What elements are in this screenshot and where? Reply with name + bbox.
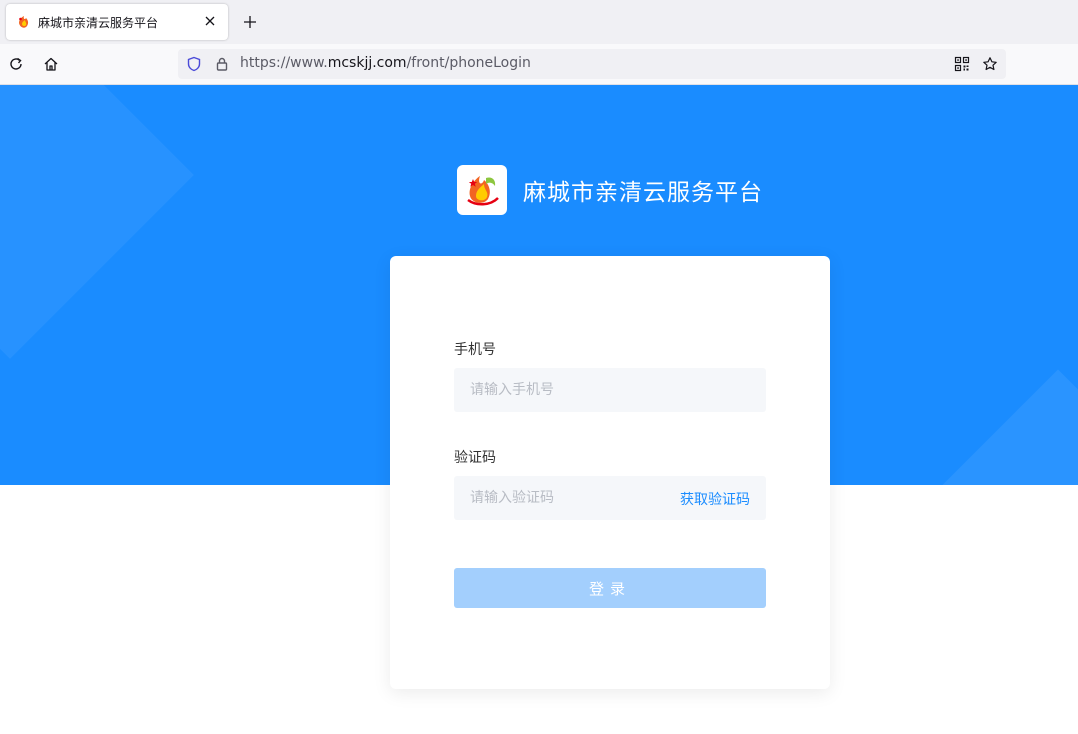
flame-logo-icon — [19, 16, 29, 28]
star-icon[interactable] — [982, 56, 998, 72]
shield-icon[interactable] — [186, 56, 202, 72]
phone-label: 手机号 — [454, 342, 496, 358]
get-code-button[interactable]: 获取验证码 — [680, 489, 750, 509]
brand-header: 麻城市亲清云服务平台 — [457, 165, 763, 215]
home-button[interactable] — [41, 54, 61, 74]
hero-decoration — [902, 369, 1078, 485]
new-tab-button[interactable] — [240, 12, 260, 32]
reload-button[interactable] — [6, 54, 26, 74]
phone-field[interactable] — [454, 368, 766, 412]
phone-input[interactable] — [454, 368, 766, 412]
platform-name: 麻城市亲清云服务平台 — [523, 180, 763, 206]
code-field[interactable]: 获取验证码 — [454, 476, 766, 520]
flame-logo-icon — [457, 165, 507, 215]
login-card: 手机号 验证码 获取验证码 登录 — [390, 256, 830, 689]
login-button[interactable]: 登录 — [454, 568, 766, 608]
close-icon[interactable] — [202, 13, 218, 29]
reload-icon — [10, 57, 22, 70]
tab-title: 麻城市亲清云服务平台 — [38, 15, 159, 30]
page: 麻城市亲清云服务平台 手机号 验证码 获取验证码 登录 — [0, 85, 1078, 734]
qr-code-icon[interactable] — [954, 56, 970, 72]
url-bar[interactable]: https://www.mcskjj.com/front/phoneLogin — [178, 49, 1006, 79]
plus-icon — [244, 16, 256, 28]
nav-bar: https://www.mcskjj.com/front/phoneLogin — [0, 44, 1078, 85]
hero-decoration — [0, 85, 194, 359]
url-text[interactable]: https://www.mcskjj.com/front/phoneLogin — [240, 55, 531, 71]
lock-icon[interactable] — [214, 56, 230, 72]
code-label: 验证码 — [454, 450, 496, 466]
home-icon — [44, 57, 58, 71]
tab-bar: 麻城市亲清云服务平台 — [0, 0, 1078, 44]
browser-tab[interactable]: 麻城市亲清云服务平台 — [6, 4, 228, 40]
code-input[interactable] — [454, 476, 670, 520]
